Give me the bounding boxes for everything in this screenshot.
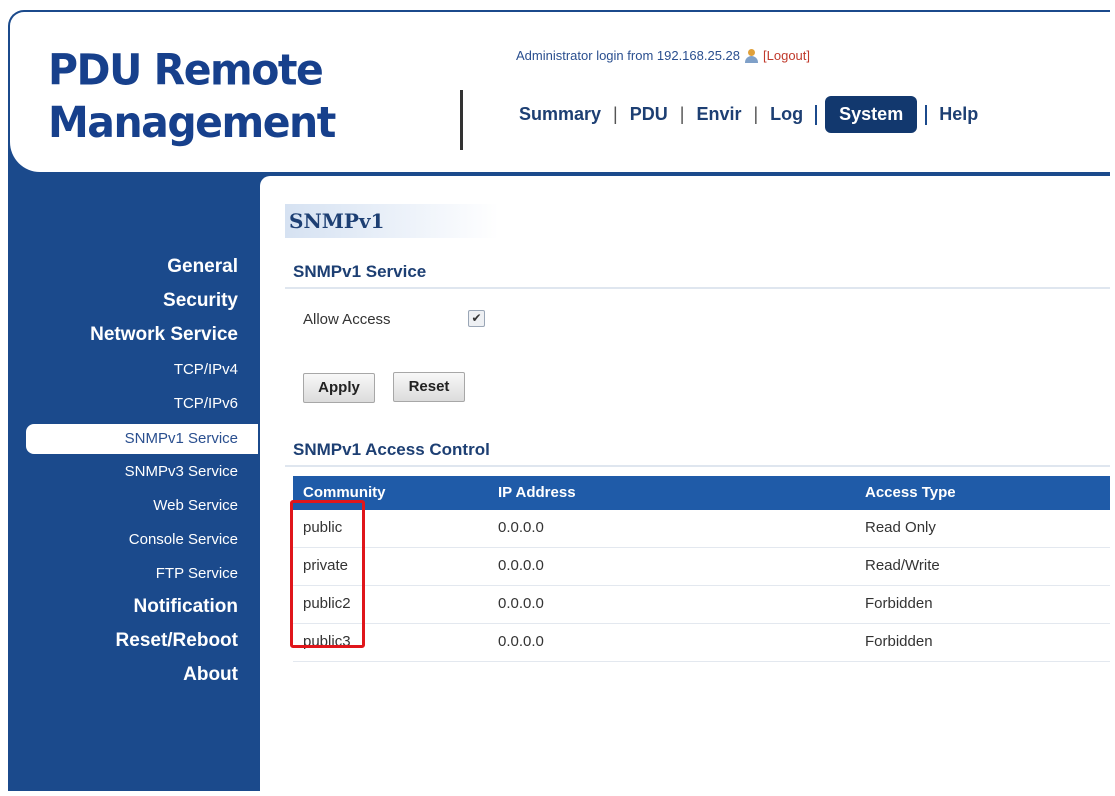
sidebar-item-tcp-ipv6[interactable]: TCP/IPv6: [174, 395, 238, 412]
nav-envir[interactable]: Envir: [692, 104, 745, 125]
logo-line-1: PDU Remote: [48, 44, 324, 95]
allow-access-label: Allow Access: [303, 311, 391, 328]
header: PDU Remote Management Administrator logi…: [10, 12, 1110, 172]
reset-button[interactable]: Reset: [393, 372, 465, 402]
table-row[interactable]: public3 0.0.0.0 Forbidden: [293, 624, 1110, 662]
ip-address-cell: 0.0.0.0: [498, 633, 544, 650]
page-title: SNMPv1: [285, 204, 499, 238]
access-section-title: SNMPv1 Access Control: [293, 440, 490, 459]
allow-access-checkbox[interactable]: ✔: [468, 310, 485, 327]
ip-address-cell: 0.0.0.0: [498, 519, 544, 536]
access-type-cell: Forbidden: [865, 633, 933, 650]
access-type-cell: Read Only: [865, 519, 936, 536]
sidebar-item-tcp-ipv4[interactable]: TCP/IPv4: [174, 361, 238, 378]
sidebar-item-ftp-service[interactable]: FTP Service: [156, 565, 238, 582]
nav-help[interactable]: Help: [935, 104, 982, 125]
header-divider: [460, 90, 463, 150]
access-control-table: Community IP Address Access Type public …: [293, 476, 1110, 662]
access-type-cell: Forbidden: [865, 595, 933, 612]
checkmark-icon: ✔: [471, 311, 482, 325]
logo-line-2: Management: [48, 97, 336, 148]
sidebar: General Security Network Service TCP/IPv…: [8, 174, 258, 791]
nav-summary[interactable]: Summary: [515, 104, 605, 125]
community-highlight-box: [290, 500, 365, 648]
nav-pdu[interactable]: PDU: [626, 104, 672, 125]
nav-log[interactable]: Log: [766, 104, 807, 125]
sidebar-item-console-service[interactable]: Console Service: [129, 531, 238, 548]
column-ip-address: IP Address: [498, 484, 576, 501]
top-nav: Summary | PDU | Envir | Log System Help: [515, 96, 982, 133]
service-section-title: SNMPv1 Service: [293, 262, 427, 281]
section-divider: [285, 465, 1110, 467]
sidebar-item-security[interactable]: Security: [163, 290, 238, 312]
logout-link[interactable]: [Logout]: [763, 48, 810, 63]
sidebar-item-network-service[interactable]: Network Service: [90, 324, 238, 346]
sidebar-item-about[interactable]: About: [183, 664, 238, 686]
app-frame: PDU Remote Management Administrator logi…: [8, 10, 1110, 791]
apply-button[interactable]: Apply: [303, 373, 375, 403]
nav-separator: |: [679, 104, 685, 124]
login-text: Administrator login from 192.168.25.28: [516, 48, 741, 63]
section-divider: [285, 287, 1110, 289]
user-icon: [744, 48, 759, 63]
table-row[interactable]: public 0.0.0.0 Read Only: [293, 510, 1110, 548]
ip-address-cell: 0.0.0.0: [498, 595, 544, 612]
access-type-cell: Read/Write: [865, 557, 940, 574]
nav-system[interactable]: System: [825, 96, 918, 133]
nav-separator-bar: [925, 104, 928, 125]
table-row[interactable]: public2 0.0.0.0 Forbidden: [293, 586, 1110, 624]
column-access-type: Access Type: [865, 484, 956, 501]
sidebar-item-label: SNMPv1 Service: [124, 430, 238, 447]
sidebar-item-general[interactable]: General: [167, 256, 238, 278]
nav-separator-bar: [815, 104, 818, 125]
sidebar-item-snmpv3-service[interactable]: SNMPv3 Service: [125, 463, 238, 480]
table-header: Community IP Address Access Type: [293, 476, 1110, 510]
table-row[interactable]: private 0.0.0.0 Read/Write: [293, 548, 1110, 586]
sidebar-item-notification[interactable]: Notification: [134, 596, 239, 618]
login-status: Administrator login from 192.168.25.28 […: [516, 48, 810, 63]
ip-address-cell: 0.0.0.0: [498, 557, 544, 574]
nav-separator: |: [613, 104, 618, 124]
sidebar-item-reset-reboot[interactable]: Reset/Reboot: [116, 630, 238, 652]
nav-separator: |: [753, 104, 759, 124]
sidebar-item-snmpv1-service[interactable]: SNMPv1 Service: [26, 424, 258, 454]
main-content: SNMPv1 SNMPv1 Service Allow Access ✔ App…: [260, 176, 1110, 791]
sidebar-item-web-service[interactable]: Web Service: [153, 497, 238, 514]
app-logo: PDU Remote Management: [48, 44, 336, 149]
